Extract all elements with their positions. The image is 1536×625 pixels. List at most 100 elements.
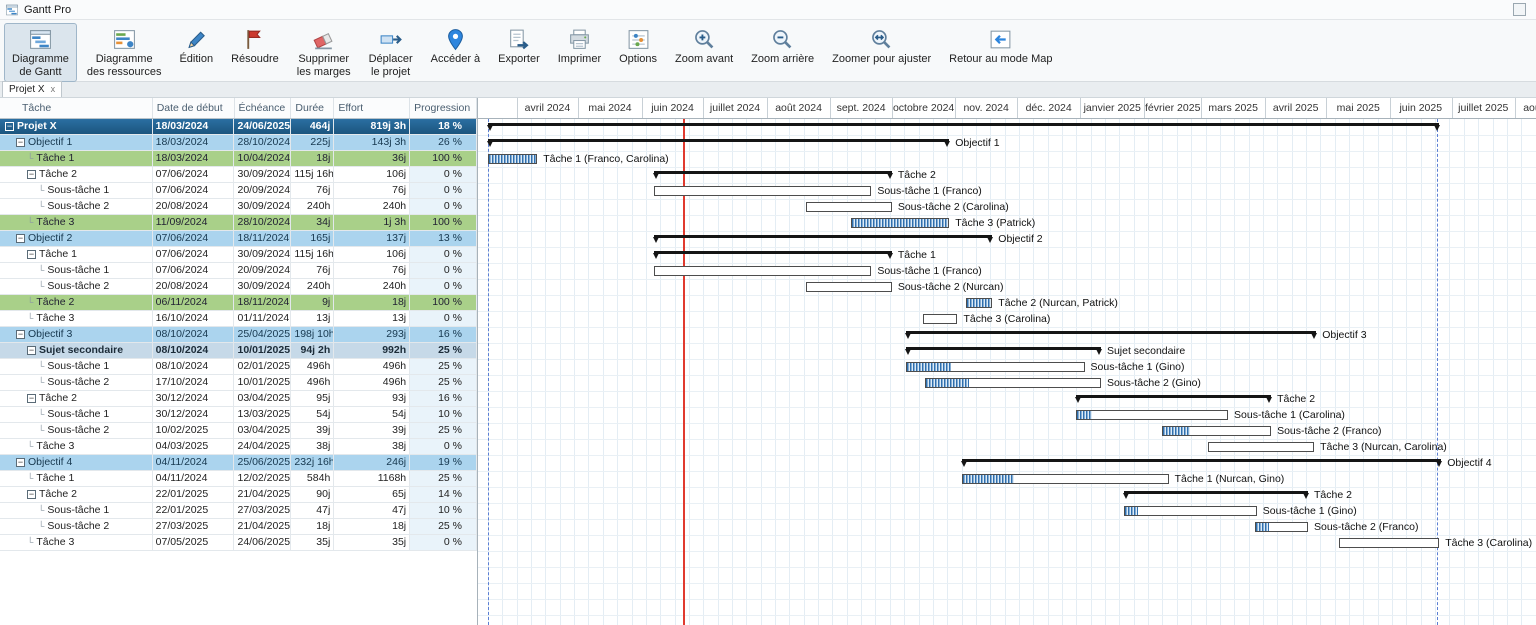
collapse-icon[interactable]: −: [16, 138, 25, 147]
effort-cell: 496h: [334, 375, 410, 390]
move-project-button[interactable]: Déplacerle projet: [361, 23, 421, 82]
summary-bar[interactable]: [654, 171, 892, 174]
print-button[interactable]: Imprimer: [550, 23, 609, 69]
collapse-icon[interactable]: −: [16, 458, 25, 467]
task-bar[interactable]: [1124, 506, 1257, 516]
resolve-button[interactable]: Résoudre: [223, 23, 287, 69]
tab-close-icon[interactable]: x: [51, 85, 56, 94]
due-date-cell: 24/06/2025: [234, 535, 291, 550]
zoom-in-button[interactable]: Zoom avant: [667, 23, 741, 69]
table-row[interactable]: └Sous-tâche 227/03/202521/04/202518j18j2…: [0, 519, 477, 535]
table-row[interactable]: −Tâche 207/06/202430/09/2024115j 16h106j…: [0, 167, 477, 183]
summary-bar[interactable]: [654, 235, 992, 238]
table-row[interactable]: └Tâche 316/10/202401/11/202413j13j0 %: [0, 311, 477, 327]
table-row[interactable]: └Sous-tâche 210/02/202503/04/202539j39j2…: [0, 423, 477, 439]
start-date-cell: 07/06/2024: [153, 263, 235, 278]
summary-bar[interactable]: [1124, 491, 1309, 494]
week-gridline: [1206, 119, 1207, 625]
task-bar[interactable]: [966, 298, 993, 308]
task-bar[interactable]: [906, 362, 1084, 372]
table-row[interactable]: └Tâche 304/03/202524/04/202538j38j0 %: [0, 439, 477, 455]
column-header-0[interactable]: Tâche: [0, 98, 153, 118]
table-row[interactable]: └Tâche 118/03/202410/04/202418j36j100 %: [0, 151, 477, 167]
app-icon: [5, 3, 19, 17]
collapse-icon[interactable]: −: [27, 346, 36, 355]
task-bar[interactable]: [1076, 410, 1228, 420]
zoom-fit-button[interactable]: Zoomer pour ajuster: [824, 23, 939, 69]
column-header-1[interactable]: Date de début: [153, 98, 235, 118]
table-row[interactable]: −Projet X18/03/202424/06/2025464j819j 3h…: [0, 119, 477, 135]
table-row[interactable]: └Tâche 307/05/202524/06/202535j35j0 %: [0, 535, 477, 551]
options-button[interactable]: Options: [611, 23, 665, 69]
table-row[interactable]: └Sous-tâche 107/06/202420/09/202476j76j0…: [0, 263, 477, 279]
tree-branch-icon: └: [27, 297, 33, 307]
task-bar[interactable]: [488, 154, 537, 164]
task-bar[interactable]: [1162, 426, 1271, 436]
table-row[interactable]: └Sous-tâche 217/10/202410/01/2025496h496…: [0, 375, 477, 391]
resource-view-button[interactable]: Diagrammedes ressources: [79, 23, 170, 82]
table-row[interactable]: └Sous-tâche 107/06/202420/09/202476j76j0…: [0, 183, 477, 199]
progress-cell: 25 %: [410, 519, 477, 534]
summary-bar[interactable]: [906, 347, 1101, 350]
project-summary-bar[interactable]: [488, 123, 1439, 126]
map-mode-button[interactable]: Retour au mode Map: [941, 23, 1060, 69]
move-icon: [378, 27, 403, 52]
summary-bar[interactable]: [962, 459, 1442, 462]
task-bar[interactable]: [1255, 522, 1308, 532]
table-row[interactable]: −Objectif 118/03/202428/10/2024225j143j …: [0, 135, 477, 151]
table-row[interactable]: −Sujet secondaire08/10/202410/01/202594j…: [0, 343, 477, 359]
column-header-4[interactable]: Effort: [334, 98, 410, 118]
column-header-3[interactable]: Durée: [291, 98, 334, 118]
table-row[interactable]: −Tâche 107/06/202430/09/2024115j 16h106j…: [0, 247, 477, 263]
table-row[interactable]: └Sous-tâche 122/01/202527/03/202547j47j1…: [0, 503, 477, 519]
table-row[interactable]: └Sous-tâche 130/12/202413/03/202554j54j1…: [0, 407, 477, 423]
table-row[interactable]: └Sous-tâche 108/10/202402/01/2025496h496…: [0, 359, 477, 375]
table-row[interactable]: −Objectif 308/10/202425/04/2025198j 10h2…: [0, 327, 477, 343]
task-bar[interactable]: [806, 282, 892, 292]
task-bar[interactable]: [923, 314, 958, 324]
table-row[interactable]: −Objectif 404/11/202425/06/2025232j 16h2…: [0, 455, 477, 471]
task-bar[interactable]: [962, 474, 1169, 484]
table-row[interactable]: └Tâche 206/11/202418/11/20249j18j100 %: [0, 295, 477, 311]
task-bar[interactable]: [654, 186, 871, 196]
task-bar[interactable]: [1208, 442, 1315, 452]
edit-button[interactable]: Édition: [171, 23, 221, 69]
summary-bar[interactable]: [654, 251, 892, 254]
remove-margins-button[interactable]: Supprimerles marges: [289, 23, 359, 82]
export-icon: [506, 27, 531, 52]
table-row[interactable]: └Tâche 104/11/202412/02/2025584h1168h25 …: [0, 471, 477, 487]
column-header-5[interactable]: Progression: [410, 98, 477, 118]
collapse-icon[interactable]: −: [27, 250, 36, 259]
task-bar[interactable]: [851, 218, 949, 228]
table-row[interactable]: └Tâche 311/09/202428/10/202434j1j 3h100 …: [0, 215, 477, 231]
task-bar[interactable]: [806, 202, 892, 212]
start-date-cell: 04/03/2025: [153, 439, 235, 454]
column-header-2[interactable]: Échéance: [235, 98, 292, 118]
table-row[interactable]: −Tâche 230/12/202403/04/202595j93j16 %: [0, 391, 477, 407]
task-bar[interactable]: [1339, 538, 1439, 548]
task-name-cell: └Sous-tâche 2: [0, 199, 153, 214]
collapse-icon[interactable]: −: [16, 330, 25, 339]
tab-projet-x[interactable]: Projet X x: [2, 81, 62, 97]
export-button[interactable]: Exporter: [490, 23, 548, 69]
table-row[interactable]: └Sous-tâche 220/08/202430/09/2024240h240…: [0, 279, 477, 295]
table-row[interactable]: −Objectif 207/06/202418/11/2024165j137j1…: [0, 231, 477, 247]
summary-bar[interactable]: [1076, 395, 1271, 398]
summary-bar[interactable]: [906, 331, 1316, 334]
window-control-button[interactable]: [1513, 3, 1526, 16]
task-bar[interactable]: [925, 378, 1101, 388]
table-row[interactable]: └Sous-tâche 220/08/202430/09/2024240h240…: [0, 199, 477, 215]
zoom-out-button[interactable]: Zoom arrière: [743, 23, 822, 69]
collapse-icon[interactable]: −: [5, 122, 14, 131]
summary-bar[interactable]: [488, 139, 949, 142]
collapse-icon[interactable]: −: [16, 234, 25, 243]
month-label: juillet 2025: [1452, 102, 1516, 114]
week-gridline: [1335, 119, 1336, 625]
task-bar[interactable]: [654, 266, 871, 276]
go-to-button[interactable]: Accéder à: [423, 23, 489, 69]
collapse-icon[interactable]: −: [27, 170, 36, 179]
collapse-icon[interactable]: −: [27, 490, 36, 499]
table-row[interactable]: −Tâche 222/01/202521/04/202590j65j14 %: [0, 487, 477, 503]
gantt-view-button[interactable]: Diagrammede Gantt: [4, 23, 77, 82]
collapse-icon[interactable]: −: [27, 394, 36, 403]
